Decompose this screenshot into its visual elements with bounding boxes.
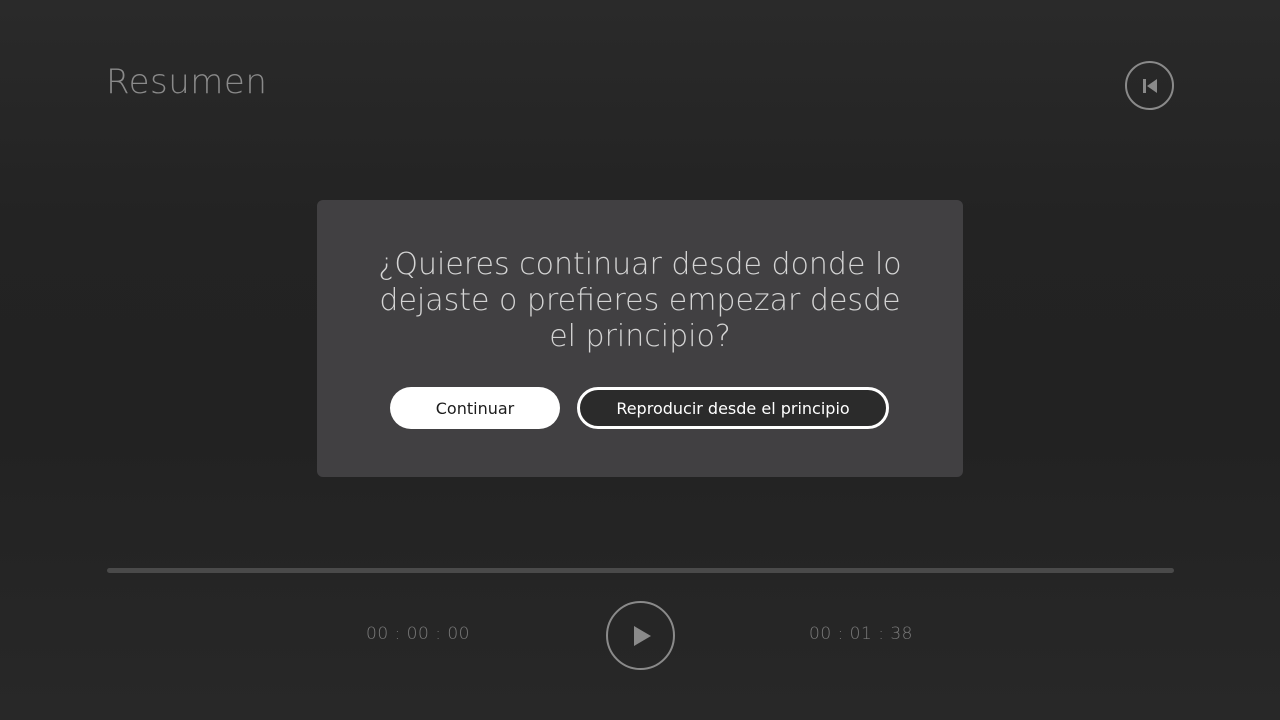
play-button[interactable]: [606, 601, 675, 670]
total-time: 00 : 01 : 38: [809, 624, 913, 644]
skip-to-start-icon: [1142, 78, 1157, 93]
dialog-message: ¿Quieres continuar desde donde lo dejast…: [378, 247, 902, 354]
current-time: 00 : 00 : 00: [366, 624, 470, 644]
progress-bar[interactable]: [107, 568, 1174, 573]
restart-button[interactable]: [1125, 61, 1174, 110]
play-from-start-button[interactable]: Reproducir desde el principio: [577, 387, 889, 429]
continue-button[interactable]: Continuar: [390, 387, 560, 429]
resume-dialog: ¿Quieres continuar desde donde lo dejast…: [317, 200, 963, 477]
page-title: Resumen: [106, 62, 268, 102]
play-icon: [633, 625, 651, 646]
